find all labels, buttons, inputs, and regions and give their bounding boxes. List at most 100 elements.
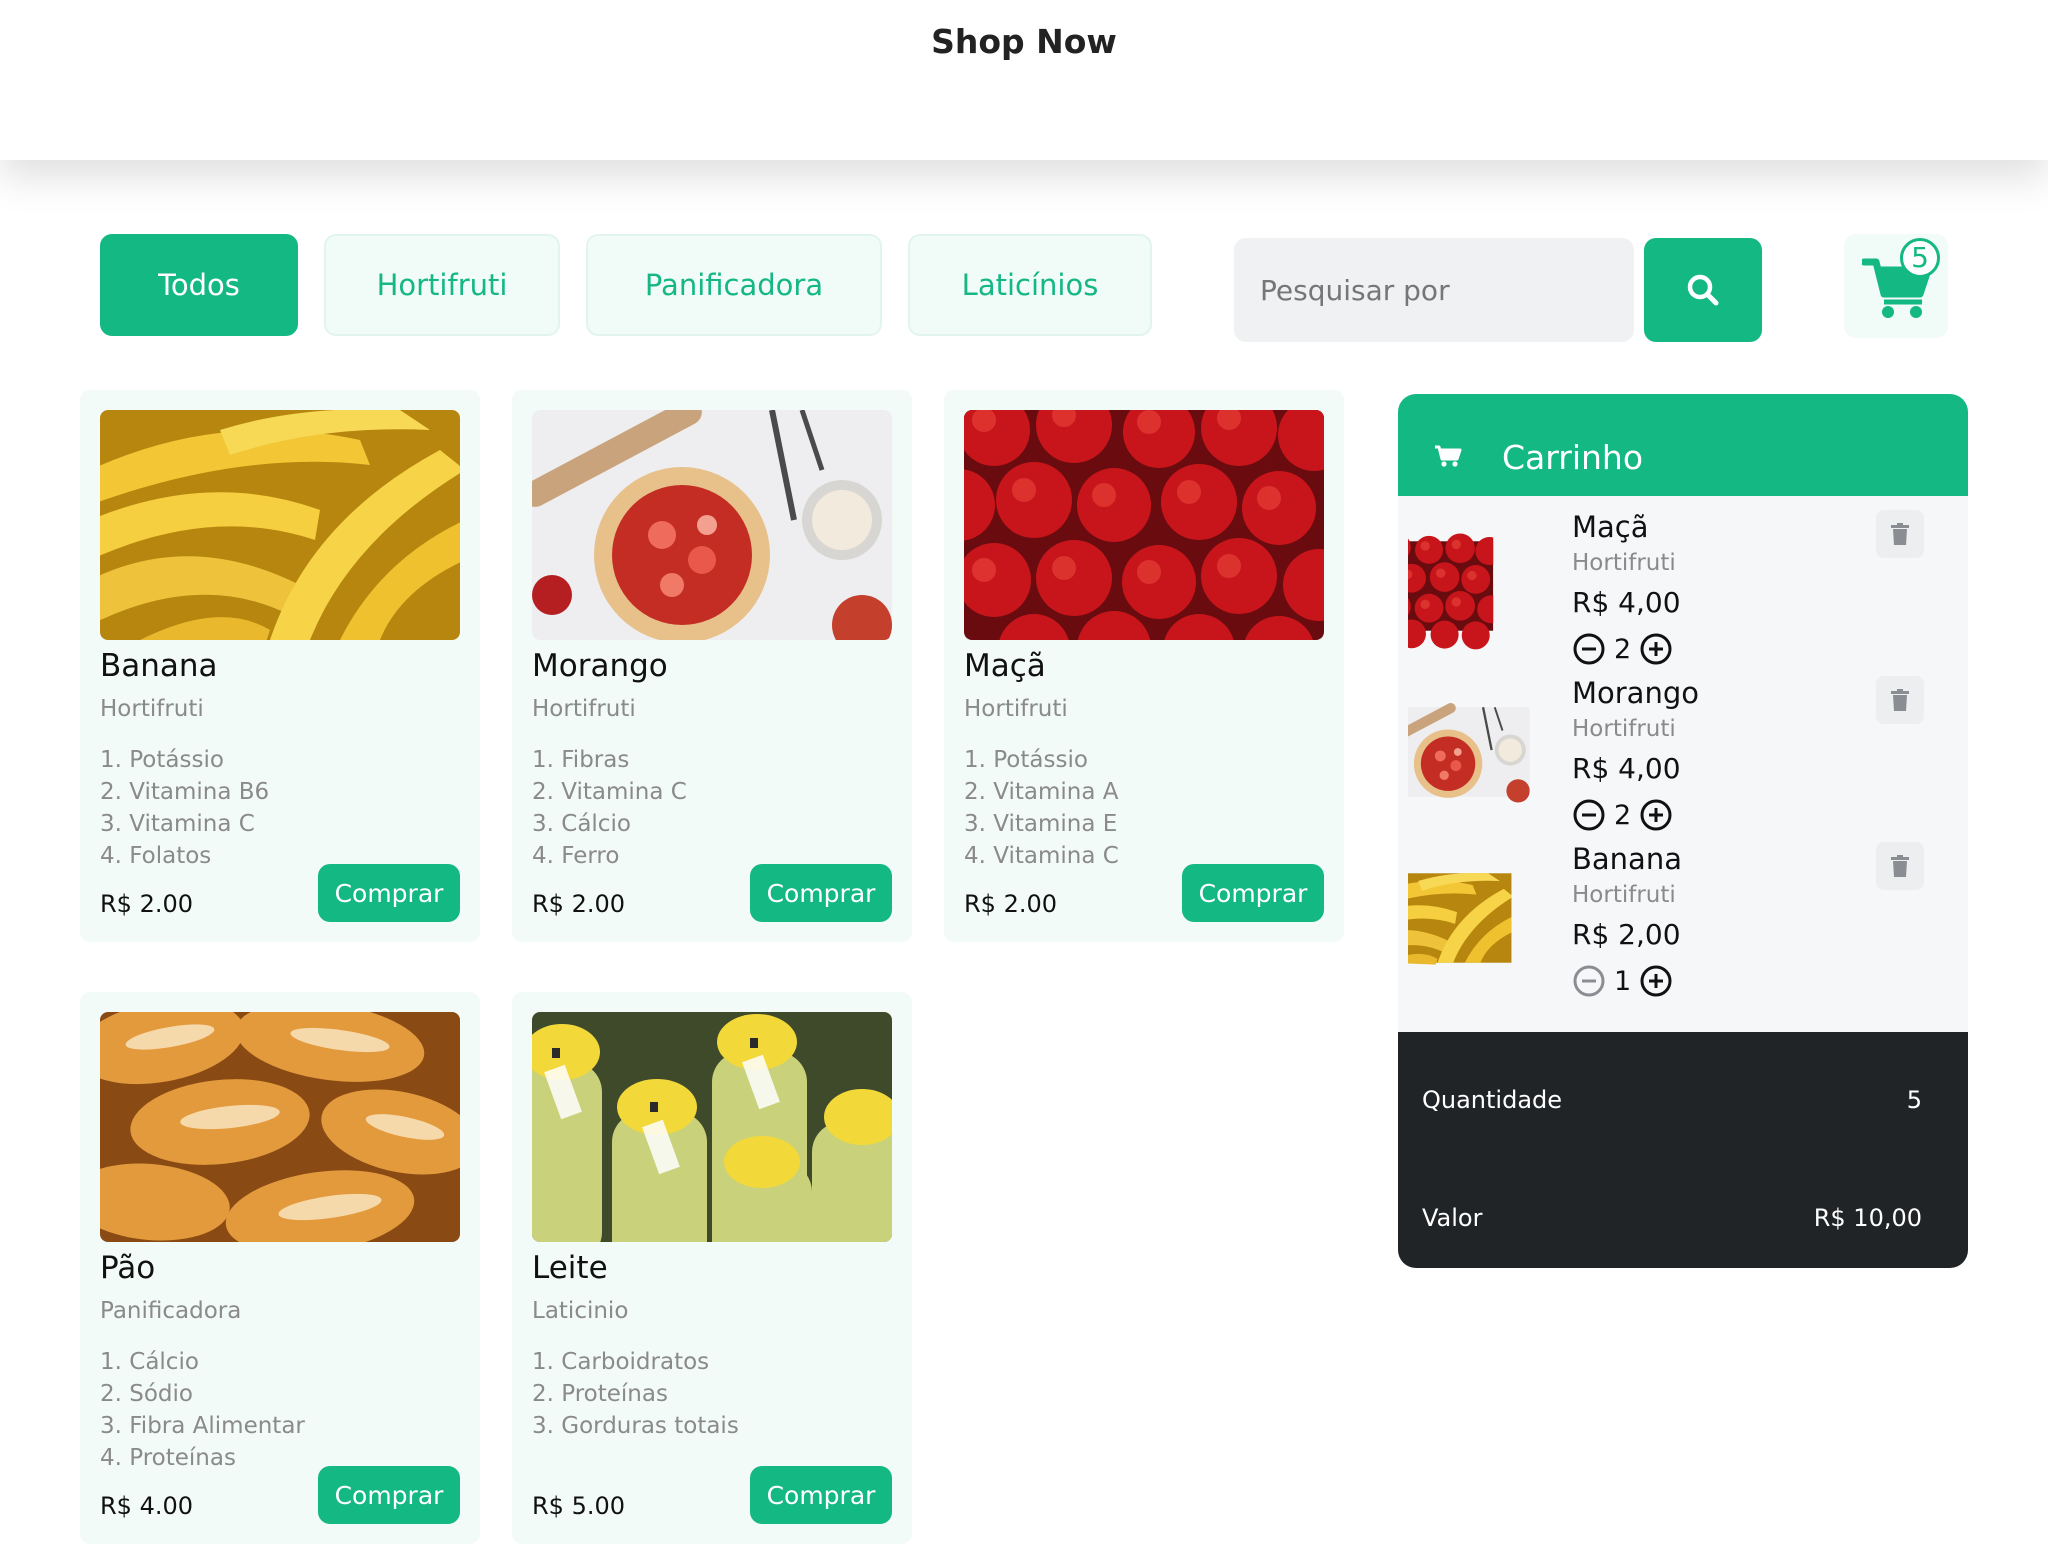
nutrient-list: 1. Potássio 2. Vitamina A 3. Vitamina E … [964,744,1119,872]
buy-button[interactable]: Comprar [750,864,892,922]
product-card: Banana Hortifruti 1. Potássio 2. Vitamin… [80,390,480,942]
minus-circle-icon[interactable] [1572,964,1606,998]
product-image [964,410,1324,640]
search-icon [1687,274,1719,306]
product-name: Maçã [964,648,1046,684]
cart-item-quantity: 2 [1614,633,1632,665]
cart-item-name: Banana [1572,842,1682,876]
remove-item-button[interactable] [1876,510,1924,558]
quantity-label: Quantidade [1422,1086,1563,1114]
cart-item-price: R$ 4,00 [1572,752,1681,785]
nutrient-item: 3. Cálcio [532,811,631,837]
buy-button[interactable]: Comprar [318,864,460,922]
remove-item-button[interactable] [1876,842,1924,890]
buy-button[interactable]: Comprar [750,1466,892,1524]
nutrient-item: 3. Vitamina E [964,811,1118,837]
cart-icon [1435,445,1462,467]
quantity-stepper: 1 [1572,964,1673,998]
product-category: Hortifruti [964,696,1068,722]
nutrient-item: 2. Vitamina C [532,779,687,805]
minus-circle-icon[interactable] [1572,798,1606,832]
filter-hortifruti[interactable]: Hortifruti [324,234,560,336]
cart-item: Maçã Hortifruti R$ 4,00 2 [1398,506,1968,672]
trash-icon [1891,523,1909,545]
plus-circle-icon[interactable] [1639,798,1673,832]
nutrient-item: 4. Vitamina C [964,843,1119,869]
product-image [532,410,892,640]
nutrient-item: 4. Folatos [100,843,212,869]
nutrient-list: 1. Carboidratos 2. Proteínas 3. Gorduras… [532,1346,739,1442]
cart-item-name: Maçã [1572,510,1649,544]
product-name: Pão [100,1250,156,1286]
cart-item-category: Hortifruti [1572,550,1676,576]
nutrient-item: 2. Proteínas [532,1381,668,1407]
cart-header: Carrinho [1398,394,1968,496]
nutrient-item: 3. Fibra Alimentar [100,1413,305,1439]
minus-circle-icon[interactable] [1572,632,1606,666]
filter-panificadora[interactable]: Panificadora [586,234,882,336]
nutrient-item: 4. Ferro [532,843,620,869]
product-card: Maçã Hortifruti 1. Potássio 2. Vitamina … [944,390,1344,942]
cart-item-quantity: 1 [1614,965,1632,997]
product-card: Morango Hortifruti 1. Fibras 2. Vitamina… [512,390,912,942]
plus-circle-icon[interactable] [1639,964,1673,998]
quantity-value: 5 [1906,1086,1922,1114]
buy-button[interactable]: Comprar [1182,864,1324,922]
search-input[interactable] [1234,238,1634,342]
product-category: Laticinio [532,1298,629,1324]
filter-laticinios[interactable]: Laticínios [908,234,1152,336]
nutrient-item: 3. Vitamina C [100,811,255,837]
cart-summary: Quantidade 5 Valor R$ 10,00 [1398,1032,1968,1268]
product-card: Pão Panificadora 1. Cálcio 2. Sódio 3. F… [80,992,480,1544]
cart-title: Carrinho [1502,438,1644,477]
product-name: Banana [100,648,218,684]
cart-panel: Carrinho Maçã Hortifruti R$ 4,00 2 Moran… [1398,394,1968,1268]
nutrient-item: 4. Proteínas [100,1445,236,1471]
nutrient-item: 2. Vitamina A [964,779,1119,805]
product-price: R$ 4.00 [100,1492,194,1520]
nutrient-item: 2. Sódio [100,1381,193,1407]
total-label: Valor [1422,1204,1483,1232]
product-price: R$ 2.00 [964,890,1058,918]
cart-item-category: Hortifruti [1572,882,1676,908]
nutrient-item: 1. Potássio [964,747,1088,773]
nutrient-item: 1. Potássio [100,747,224,773]
page-title: Shop Now [931,22,1117,61]
nutrient-item: 1. Carboidratos [532,1349,710,1375]
plus-circle-icon[interactable] [1639,632,1673,666]
buy-button[interactable]: Comprar [318,1466,460,1524]
product-category: Hortifruti [532,696,636,722]
nutrient-item: 3. Gorduras totais [532,1413,739,1439]
cart-item: Banana Hortifruti R$ 2,00 1 [1398,838,1968,1004]
product-image [100,410,460,640]
cart-item-price: R$ 2,00 [1572,918,1681,951]
nutrient-item: 2. Vitamina B6 [100,779,270,805]
search-button[interactable] [1644,238,1762,342]
cart-item-image [1408,516,1548,656]
product-category: Panificadora [100,1298,242,1324]
cart-item-category: Hortifruti [1572,716,1676,742]
product-image [532,1012,892,1242]
product-card: Leite Laticinio 1. Carboidratos 2. Prote… [512,992,912,1544]
product-price: R$ 5.00 [532,1492,626,1520]
remove-item-button[interactable] [1876,676,1924,724]
product-category: Hortifruti [100,696,204,722]
nutrient-list: 1. Potássio 2. Vitamina B6 3. Vitamina C… [100,744,269,872]
product-image [100,1012,460,1242]
product-name: Leite [532,1250,608,1286]
product-name: Morango [532,648,668,684]
nutrient-item: 1. Fibras [532,747,630,773]
app-header: Shop Now [0,0,2048,160]
cart-item-image [1408,682,1548,822]
nutrient-item: 1. Cálcio [100,1349,199,1375]
trash-icon [1891,855,1909,877]
nutrient-list: 1. Fibras 2. Vitamina C 3. Cálcio 4. Fer… [532,744,687,872]
nutrient-list: 1. Cálcio 2. Sódio 3. Fibra Alimentar 4.… [100,1346,305,1474]
filter-todos[interactable]: Todos [100,234,298,336]
cart-item-name: Morango [1572,676,1699,710]
total-value: R$ 10,00 [1813,1204,1922,1232]
cart-item-image [1408,848,1548,988]
cart-count-badge: 5 [1900,238,1940,278]
product-price: R$ 2.00 [532,890,626,918]
cart-button[interactable]: 5 [1844,234,1948,338]
